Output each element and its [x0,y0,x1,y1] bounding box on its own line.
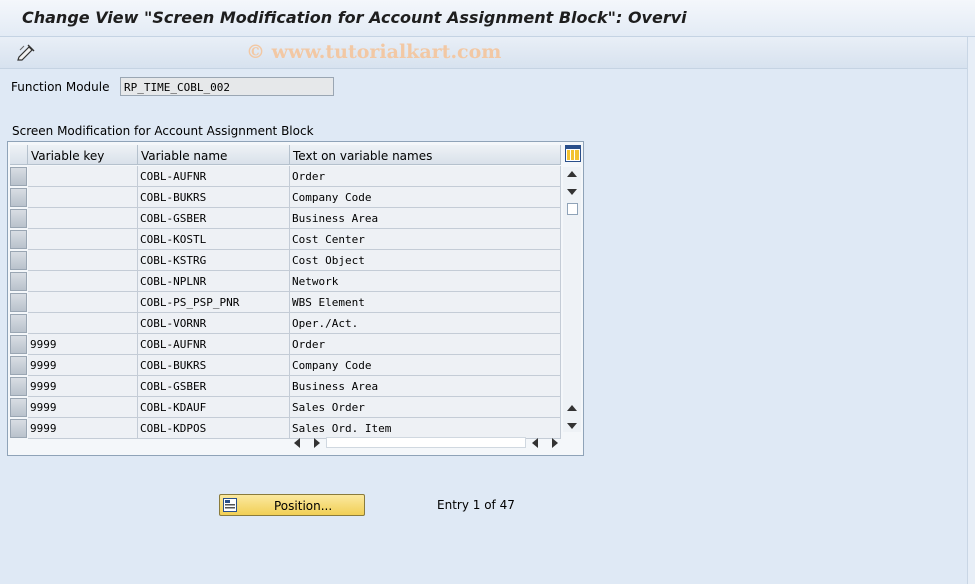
vertical-scrollbar[interactable] [563,167,581,432]
cell-variable-key[interactable] [28,313,138,334]
cell-variable-key[interactable] [28,229,138,250]
cell-variable-name[interactable]: COBL-PS_PSP_PNR [138,292,290,313]
table-row[interactable]: 9999 COBL-GSBER Business Area [8,376,561,397]
table-settings-icon[interactable] [565,145,581,162]
row-selector[interactable] [10,335,27,354]
row-selector[interactable] [10,377,27,396]
cell-text[interactable]: Sales Order [290,397,561,418]
cell-variable-name[interactable]: COBL-BUKRS [138,187,290,208]
window-title: Change View "Screen Modification for Acc… [22,8,687,27]
column-header-variable-key[interactable]: Variable key [28,145,138,165]
cell-variable-key[interactable]: 9999 [28,397,138,418]
table-row[interactable]: 9999 COBL-KDAUF Sales Order [8,397,561,418]
display-change-icon[interactable] [16,43,36,61]
column-header-variable-name[interactable]: Variable name [138,145,290,165]
row-selector[interactable] [10,419,27,438]
horizontal-scrollbar[interactable] [288,435,563,451]
title-bar: Change View "Screen Modification for Acc… [0,0,975,37]
cell-variable-key[interactable] [28,208,138,229]
row-selector[interactable] [10,188,27,207]
table-caption: Screen Modification for Account Assignme… [12,124,314,138]
row-selector[interactable] [10,230,27,249]
row-selector[interactable] [10,251,27,270]
row-selector[interactable] [10,398,27,417]
scroll-far-left-icon[interactable] [532,438,538,448]
row-selector[interactable] [10,167,27,186]
variable-table: Variable key Variable name Text on varia… [7,141,584,456]
cell-variable-key[interactable] [28,166,138,187]
scroll-thumb[interactable] [567,203,578,215]
table-row[interactable]: COBL-BUKRS Company Code [8,187,561,208]
row-selector[interactable] [10,314,27,333]
table-row[interactable]: COBL-PS_PSP_PNR WBS Element [8,292,561,313]
cell-text[interactable]: Cost Center [290,229,561,250]
scroll-up-icon[interactable] [567,171,577,177]
cell-variable-key[interactable]: 9999 [28,418,138,439]
entry-counter: Entry 1 of 47 [437,498,515,512]
position-button[interactable]: Position... [219,494,365,516]
scroll-page-down-icon[interactable] [567,423,577,429]
cell-text[interactable]: WBS Element [290,292,561,313]
select-all-header[interactable] [10,145,28,165]
column-header-text[interactable]: Text on variable names [290,145,561,165]
window-edge [967,37,975,584]
row-selector[interactable] [10,209,27,228]
watermark: © www.tutorialkart.com [246,41,502,63]
cell-variable-key[interactable]: 9999 [28,376,138,397]
cell-text[interactable]: Business Area [290,208,561,229]
cell-variable-name[interactable]: COBL-AUFNR [138,166,290,187]
cell-variable-name[interactable]: COBL-KDAUF [138,397,290,418]
cell-variable-key[interactable]: 9999 [28,334,138,355]
table-row[interactable]: COBL-AUFNR Order [8,166,561,187]
cell-variable-name[interactable]: COBL-NPLNR [138,271,290,292]
horizontal-scroll-track[interactable] [326,437,526,448]
cell-variable-key[interactable] [28,271,138,292]
cell-text[interactable]: Cost Object [290,250,561,271]
cell-text[interactable]: Network [290,271,561,292]
cell-variable-key[interactable] [28,250,138,271]
cell-variable-key[interactable] [28,292,138,313]
cell-text[interactable]: Order [290,334,561,355]
position-icon [223,498,237,512]
cell-text[interactable]: Order [290,166,561,187]
scroll-right-icon[interactable] [314,438,320,448]
cell-variable-name[interactable]: COBL-KDPOS [138,418,290,439]
cell-text[interactable]: Business Area [290,376,561,397]
cell-variable-name[interactable]: COBL-BUKRS [138,355,290,376]
position-button-label: Position... [274,499,333,513]
table-row[interactable]: COBL-NPLNR Network [8,271,561,292]
row-selector[interactable] [10,272,27,291]
cell-variable-key[interactable] [28,187,138,208]
table-row[interactable]: COBL-KSTRG Cost Object [8,250,561,271]
table-row[interactable]: 9999 COBL-BUKRS Company Code [8,355,561,376]
scroll-down-icon[interactable] [567,189,577,195]
table-row[interactable]: COBL-GSBER Business Area [8,208,561,229]
cell-text[interactable]: Oper./Act. [290,313,561,334]
row-selector[interactable] [10,356,27,375]
table-row[interactable]: COBL-KOSTL Cost Center [8,229,561,250]
function-module-field: RP_TIME_COBL_002 [120,77,334,96]
cell-variable-name[interactable]: COBL-VORNR [138,313,290,334]
cell-variable-name[interactable]: COBL-AUFNR [138,334,290,355]
cell-variable-name[interactable]: COBL-GSBER [138,208,290,229]
function-module-label: Function Module [11,80,110,94]
row-selector[interactable] [10,293,27,312]
scroll-page-up-icon[interactable] [567,405,577,411]
cell-variable-name[interactable]: COBL-GSBER [138,376,290,397]
cell-text[interactable]: Company Code [290,187,561,208]
cell-variable-key[interactable]: 9999 [28,355,138,376]
scroll-left-icon[interactable] [294,438,300,448]
table-row[interactable]: 9999 COBL-AUFNR Order [8,334,561,355]
table-row[interactable]: COBL-VORNR Oper./Act. [8,313,561,334]
scroll-far-right-icon[interactable] [552,438,558,448]
cell-text[interactable]: Company Code [290,355,561,376]
cell-variable-name[interactable]: COBL-KSTRG [138,250,290,271]
cell-variable-name[interactable]: COBL-KOSTL [138,229,290,250]
